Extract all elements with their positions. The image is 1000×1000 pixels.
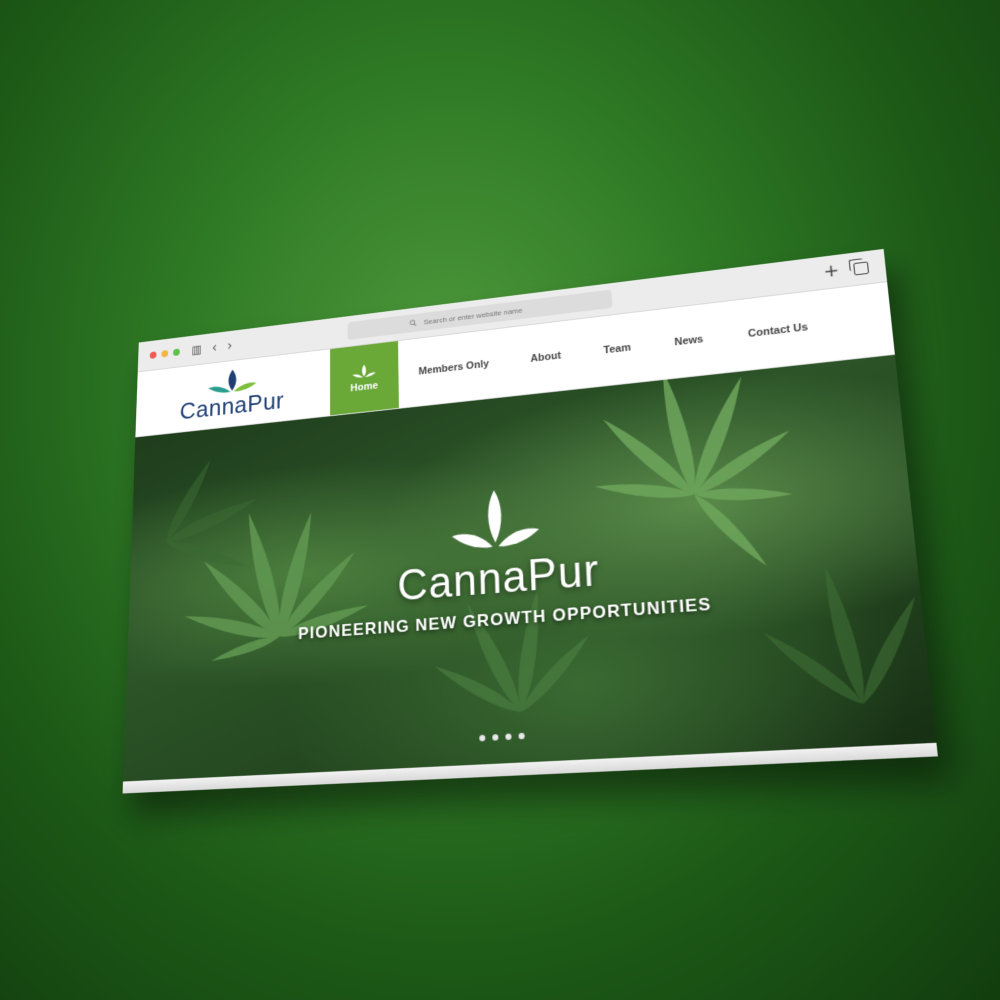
nav-item-team[interactable]: Team <box>581 311 655 388</box>
sidebar-icon[interactable]: ▥ <box>191 343 202 357</box>
carousel-dot[interactable] <box>492 734 498 741</box>
carousel-dot[interactable] <box>479 735 485 742</box>
maximize-window-button[interactable] <box>173 348 180 356</box>
carousel-dot[interactable] <box>518 733 524 740</box>
nav-item-home[interactable]: Home <box>330 341 399 415</box>
new-tab-icon[interactable]: + <box>822 260 840 282</box>
close-window-button[interactable] <box>150 351 157 359</box>
address-input[interactable] <box>422 302 547 327</box>
window-controls <box>150 348 180 359</box>
nav-label-home: Home <box>350 380 378 394</box>
browser-window: ▥ ‹ › + <box>123 249 938 794</box>
logo-text: CannaPur <box>179 386 284 425</box>
nav-item-contact-us[interactable]: Contact Us <box>723 289 834 372</box>
nav-item-about[interactable]: About <box>508 319 583 396</box>
minimize-window-button[interactable] <box>161 350 168 358</box>
leaf-home-icon <box>352 362 375 379</box>
search-icon <box>409 319 416 327</box>
leaf-hero-icon <box>451 484 540 560</box>
back-icon[interactable]: ‹ <box>212 340 217 356</box>
carousel-dot[interactable] <box>505 733 511 740</box>
nav-item-members-only[interactable]: Members Only <box>398 328 511 408</box>
forward-icon[interactable]: › <box>227 338 232 354</box>
nav-item-news[interactable]: News <box>651 302 729 380</box>
tabs-overview-icon[interactable] <box>853 261 869 275</box>
mockup-stage: ▥ ‹ › + <box>0 0 1000 1000</box>
